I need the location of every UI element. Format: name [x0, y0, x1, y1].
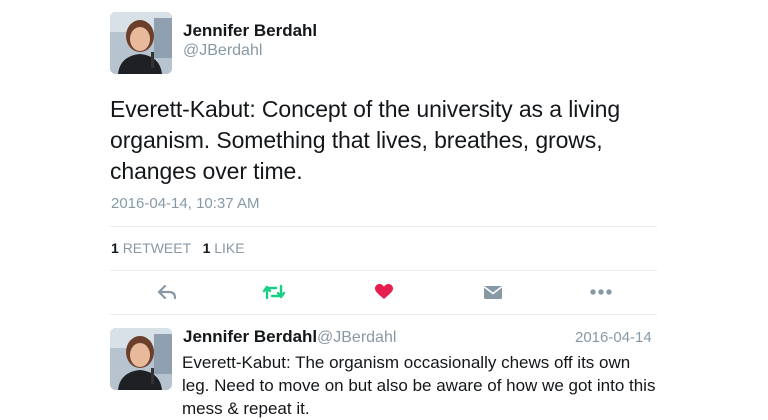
reply-author-name[interactable]: Jennifer Berdahl [183, 327, 317, 347]
retweet-button[interactable] [262, 282, 286, 302]
heart-icon [375, 284, 393, 299]
like-stat[interactable]: 1 LIKE [203, 240, 245, 256]
retweet-count: 1 [111, 240, 119, 256]
more-button[interactable] [589, 282, 613, 302]
envelope-icon [484, 286, 502, 299]
avatar[interactable] [110, 12, 172, 74]
like-label: LIKE [214, 240, 245, 256]
divider [110, 270, 657, 271]
divider [110, 314, 657, 315]
divider [110, 226, 657, 227]
tweet-text: Everett-Kabut: Concept of the university… [110, 96, 621, 184]
reply-text: Everett-Kabut: The organism occasionally… [182, 353, 656, 418]
retweet-icon [262, 284, 286, 300]
author-handle[interactable]: @JBerdahl [183, 42, 262, 60]
reply-author-handle[interactable]: @JBerdahl [317, 329, 396, 347]
retweet-label: RETWEET [122, 240, 191, 256]
tweet-stats: 1 RETWEET 1 LIKE [111, 240, 245, 256]
reply-avatar[interactable] [110, 328, 172, 390]
retweet-stat[interactable]: 1 RETWEET [111, 240, 195, 256]
reply-icon [157, 284, 177, 300]
like-count: 1 [202, 240, 211, 256]
author-name[interactable]: Jennifer Berdahl [183, 21, 317, 41]
more-icon [590, 289, 612, 295]
tweet-timestamp[interactable]: 2016-04-14, 10:37 AM [111, 195, 259, 212]
direct-message-button[interactable] [481, 282, 505, 302]
reply-date[interactable]: 2016-04-14 [575, 329, 652, 346]
reply-button[interactable] [155, 282, 179, 302]
like-button[interactable] [372, 282, 396, 302]
